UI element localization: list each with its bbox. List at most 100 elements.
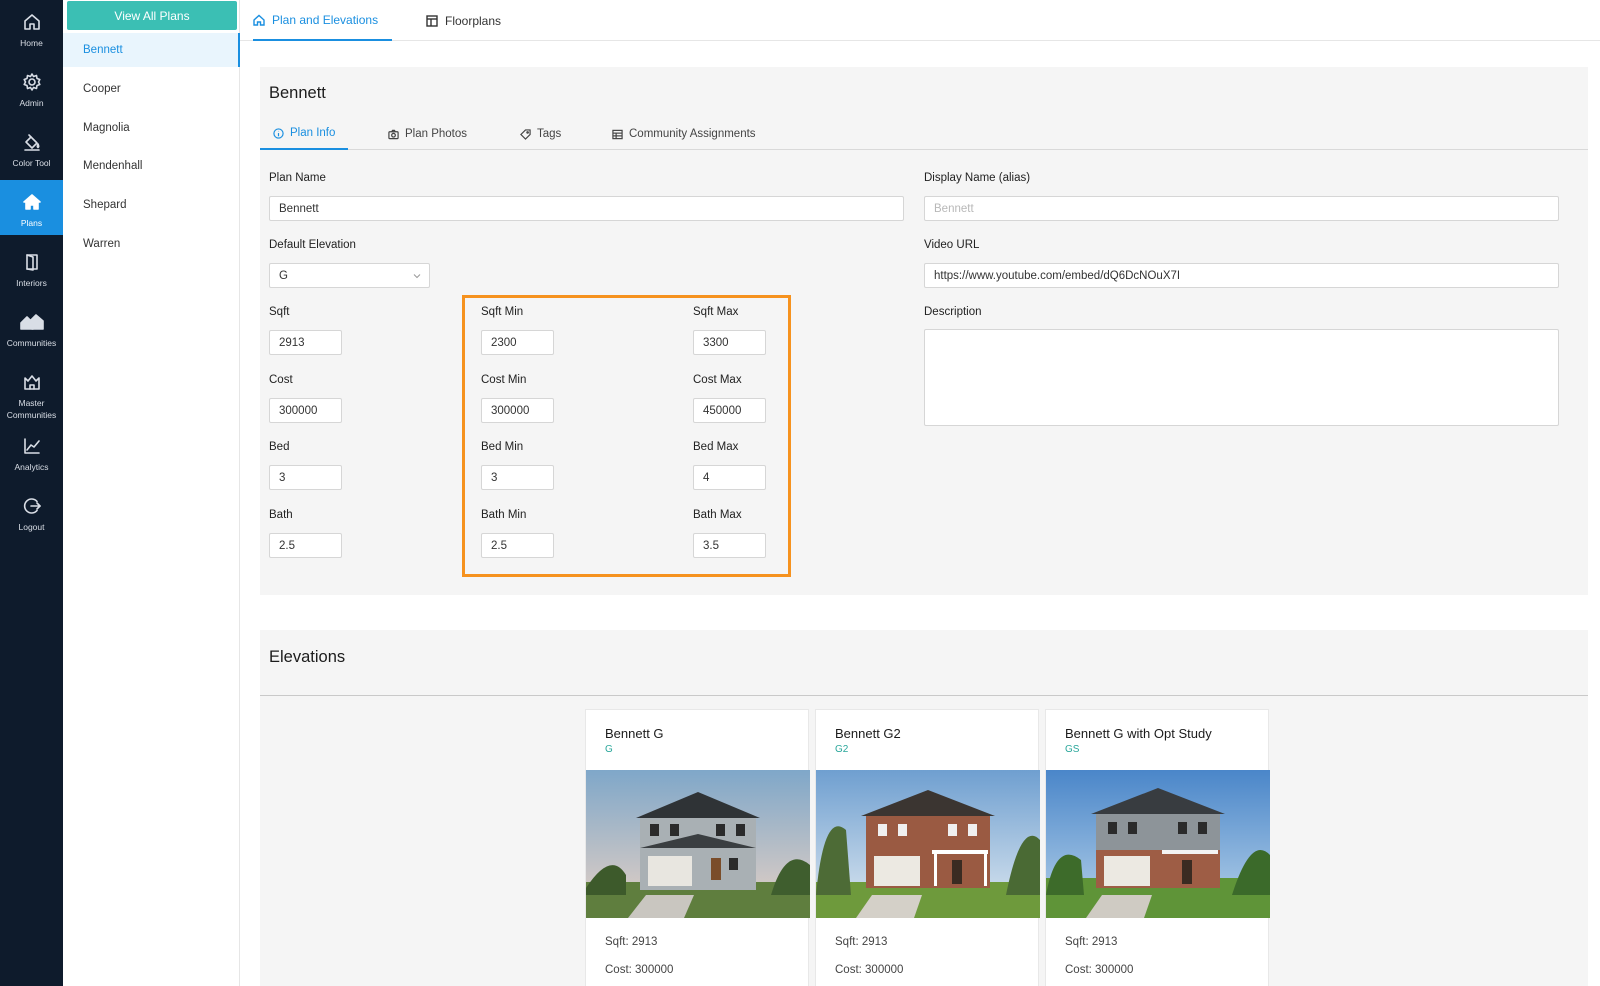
home-icon (253, 14, 265, 26)
plan-item-mendenhall[interactable]: Mendenhall (63, 149, 240, 183)
plan-item-cooper[interactable]: Cooper (63, 72, 240, 106)
top-tabs: Plan and Elevations Floorplans (240, 0, 1600, 41)
video-url-input[interactable]: https://www.youtube.com/embed/dQ6DcNOuX7… (924, 263, 1559, 288)
elevation-image (1046, 770, 1270, 918)
elevation-cost: Cost: 300000 (605, 964, 674, 976)
nav-item-admin[interactable]: Admin (0, 60, 63, 118)
info-icon (273, 127, 284, 139)
elevation-image (586, 770, 810, 918)
logout-icon (23, 498, 41, 514)
tag-icon (520, 128, 531, 140)
bed-label: Bed (269, 441, 290, 453)
tab-community-assignments[interactable]: Community Assignments (612, 118, 756, 150)
elevation-card-bennett-g2[interactable]: Bennett G2 G2 Sqft: 2913 Cost: 300000 (815, 709, 1040, 986)
display-name-input[interactable]: Bennett (924, 196, 1559, 221)
nav-item-color-tool[interactable]: Color Tool (0, 120, 63, 178)
nav-label-logout: Logout (18, 522, 45, 532)
tab-plan-and-elevations-label: Plan and Elevations (272, 12, 379, 27)
tab-community-assignments-label: Community Assignments (629, 128, 756, 140)
nav-item-analytics[interactable]: Analytics (0, 424, 63, 482)
nav-label-admin: Admin (19, 98, 44, 108)
plan-name-label: Plan Name (269, 172, 326, 184)
house-icon (22, 194, 41, 210)
nav-label-plans: Plans (20, 218, 43, 228)
elevation-card-bennett-g-with-opt-study[interactable]: Bennett G with Opt Study GS Sqft: 2913 C… (1045, 709, 1270, 986)
nav-label-master-communities: Master Communities (6, 398, 57, 420)
elevation-code: G (605, 744, 613, 755)
default-elevation-select[interactable]: G (269, 263, 430, 288)
elevation-name: Bennett G (605, 726, 664, 741)
home-icon (23, 14, 40, 30)
nav-item-logout[interactable]: Logout (0, 484, 63, 542)
nav-item-home[interactable]: Home (0, 0, 63, 58)
elevation-card-bennett-g[interactable]: Bennett G G Sqft: 2913 Cost: 300000 (585, 709, 810, 986)
tab-plan-photos-label: Plan Photos (405, 128, 468, 140)
elevation-name: Bennett G2 (835, 726, 901, 741)
tab-plan-photos[interactable]: Plan Photos (388, 118, 467, 150)
nav-label-interiors: Interiors (16, 278, 47, 288)
tab-plan-and-elevations[interactable]: Plan and Elevations (253, 0, 393, 41)
plan-item-magnolia[interactable]: Magnolia (63, 111, 240, 145)
description-textarea[interactable] (924, 329, 1559, 426)
plan-item-bennett[interactable]: Bennett (63, 33, 240, 67)
nav-label-color-tool: Color Tool (12, 158, 51, 168)
view-all-plans-button[interactable]: View All Plans (67, 1, 237, 30)
tab-floorplans-label: Floorplans (445, 13, 502, 28)
nav-item-communities[interactable]: Communities (0, 300, 63, 358)
display-name-label: Display Name (alias) (924, 172, 1031, 184)
chart-icon (23, 438, 40, 454)
min-max-highlight-box (462, 295, 791, 577)
default-elevation-value: G (279, 269, 288, 282)
tab-tags-label: Tags (537, 128, 562, 140)
cost-label: Cost (269, 374, 293, 386)
nav-label-analytics: Analytics (14, 462, 49, 472)
default-elevation-label: Default Elevation (269, 239, 356, 251)
floorplan-icon (426, 14, 438, 27)
elevation-sqft: Sqft: 2913 (1065, 936, 1118, 948)
sqft-input[interactable]: 2913 (269, 330, 342, 355)
app-root: Home Admin Color Tool Plans Interiors Co… (0, 0, 1600, 986)
elevation-sqft: Sqft: 2913 (835, 936, 888, 948)
nav-label-home: Home (20, 38, 43, 48)
elevation-name: Bennett G with Opt Study (1065, 726, 1212, 741)
plan-info-card: Bennett Plan Info Plan Photos Tags Commu… (260, 67, 1588, 595)
crown-house-icon (23, 375, 40, 390)
left-nav: Home Admin Color Tool Plans Interiors Co… (0, 0, 63, 986)
plan-name-input[interactable]: Bennett (269, 196, 904, 221)
elevation-cost: Cost: 300000 (835, 964, 904, 976)
houses-icon (19, 314, 44, 330)
elevations-divider (260, 695, 1588, 696)
paint-bucket-icon (23, 134, 40, 151)
plans-list-panel: View All Plans Bennett Cooper Magnolia M… (63, 0, 240, 986)
nav-label-communities: Communities (6, 338, 57, 348)
elevation-code: GS (1065, 744, 1080, 755)
bed-input[interactable]: 3 (269, 465, 342, 490)
cost-input[interactable]: 300000 (269, 398, 342, 423)
tab-plan-info[interactable]: Plan Info (260, 118, 349, 150)
gear-icon (22, 73, 41, 91)
plan-title: Bennett (269, 84, 326, 102)
nav-item-master-communities[interactable]: Master Communities (0, 360, 63, 426)
table-icon (612, 129, 623, 139)
tab-floorplans[interactable]: Floorplans (426, 0, 501, 41)
tab-tags[interactable]: Tags (520, 118, 561, 150)
plan-item-shepard[interactable]: Shepard (63, 188, 240, 222)
plan-item-warren[interactable]: Warren (63, 227, 240, 261)
elevation-code: G2 (835, 744, 849, 755)
camera-icon (388, 129, 399, 139)
bath-input[interactable]: 2.5 (269, 533, 342, 558)
sqft-label: Sqft (269, 306, 290, 318)
nav-item-interiors[interactable]: Interiors (0, 240, 63, 298)
description-label: Description (924, 306, 982, 318)
elevation-sqft: Sqft: 2913 (605, 936, 658, 948)
plan-subtabs: Plan Info Plan Photos Tags Community Ass… (260, 118, 1588, 150)
elevation-image (816, 770, 1040, 918)
chevron-down-icon (413, 274, 421, 279)
bath-label: Bath (269, 509, 293, 521)
door-icon (25, 254, 38, 271)
video-url-label: Video URL (924, 239, 980, 251)
elevations-title: Elevations (269, 648, 346, 666)
elevations-card: Elevations Bennett G G Sqft: 2913 Cost: … (260, 630, 1588, 986)
nav-item-plans[interactable]: Plans (0, 180, 63, 235)
tab-plan-info-label: Plan Info (290, 127, 336, 139)
